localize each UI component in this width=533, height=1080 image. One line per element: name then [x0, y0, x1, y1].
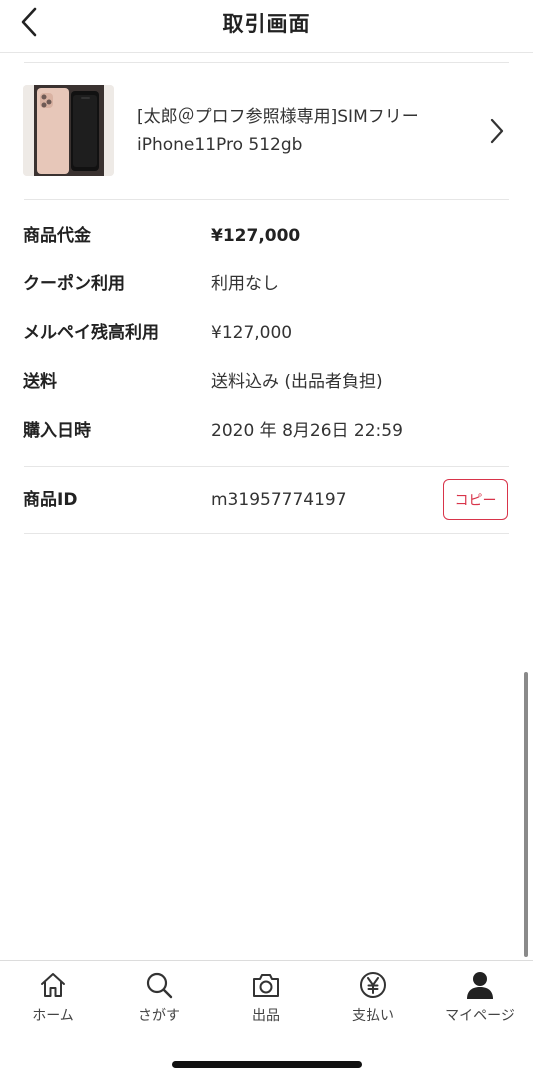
- item-title-line-1: [太郎＠プロフ参照様専用]SIMフリー: [137, 107, 419, 127]
- nav-header: 取引画面: [0, 0, 533, 53]
- page-title: 取引画面: [222, 12, 311, 36]
- item-thumbnail: [23, 85, 114, 176]
- home-icon: [41, 973, 65, 997]
- price-label: 商品代金: [23, 226, 91, 246]
- coupon-value: 利用なし: [211, 274, 279, 294]
- coupon-label: クーポン利用: [23, 274, 125, 294]
- detail-row-coupon: クーポン利用 利用なし: [0, 269, 533, 299]
- item-title-line-2: iPhone11Pro 512gb: [137, 135, 303, 155]
- tab-label: マイページ: [445, 1008, 515, 1024]
- shipping-label: 送料: [23, 372, 57, 392]
- copy-button[interactable]: コピー: [443, 479, 508, 520]
- item-card[interactable]: [太郎＠プロフ参照様専用]SIMフリー iPhone11Pro 512gb: [0, 63, 533, 199]
- divider: [24, 466, 509, 467]
- detail-row-price: 商品代金 ¥127,000: [0, 221, 533, 251]
- tab-bar: ホーム さがす 出品 支払い マイページ: [0, 960, 533, 1031]
- tab-label: 支払い: [352, 1008, 394, 1024]
- price-value: ¥127,000: [211, 226, 301, 246]
- chevron-right-icon: [490, 118, 504, 144]
- home-indicator[interactable]: [172, 1061, 362, 1068]
- divider: [24, 533, 509, 534]
- shipping-value: 送料込み (出品者負担): [211, 372, 383, 392]
- tab-mypage[interactable]: マイページ: [427, 961, 533, 1031]
- product-id-label: 商品ID: [23, 490, 78, 510]
- balance-label: メルペイ残高利用: [23, 323, 159, 343]
- divider: [24, 199, 509, 200]
- camera-icon: [253, 974, 279, 997]
- detail-row-balance: メルペイ残高利用 ¥127,000: [0, 318, 533, 348]
- search-icon: [146, 972, 173, 999]
- purchase-date-label: 購入日時: [23, 421, 91, 441]
- yen-icon: [360, 972, 386, 998]
- detail-row-purchase-date: 購入日時 2020 年 8月26日 22:59: [0, 416, 533, 446]
- tab-label: 出品: [252, 1008, 280, 1024]
- tab-search[interactable]: さがす: [106, 961, 212, 1031]
- tab-label: ホーム: [32, 1008, 74, 1024]
- tab-payment[interactable]: 支払い: [320, 961, 426, 1031]
- purchase-date-value: 2020 年 8月26日 22:59: [211, 421, 403, 441]
- tab-label: さがす: [138, 1008, 180, 1024]
- tab-home[interactable]: ホーム: [0, 961, 106, 1031]
- balance-value: ¥127,000: [211, 323, 293, 343]
- person-icon: [467, 972, 493, 999]
- product-id-value: m31957774197: [211, 490, 347, 510]
- detail-row-shipping: 送料 送料込み (出品者負担): [0, 367, 533, 397]
- item-title: [太郎＠プロフ参照様専用]SIMフリー iPhone11Pro 512gb: [137, 103, 467, 159]
- product-photo: [23, 85, 114, 176]
- scrollbar[interactable]: [524, 672, 528, 957]
- tab-sell[interactable]: 出品: [213, 961, 319, 1031]
